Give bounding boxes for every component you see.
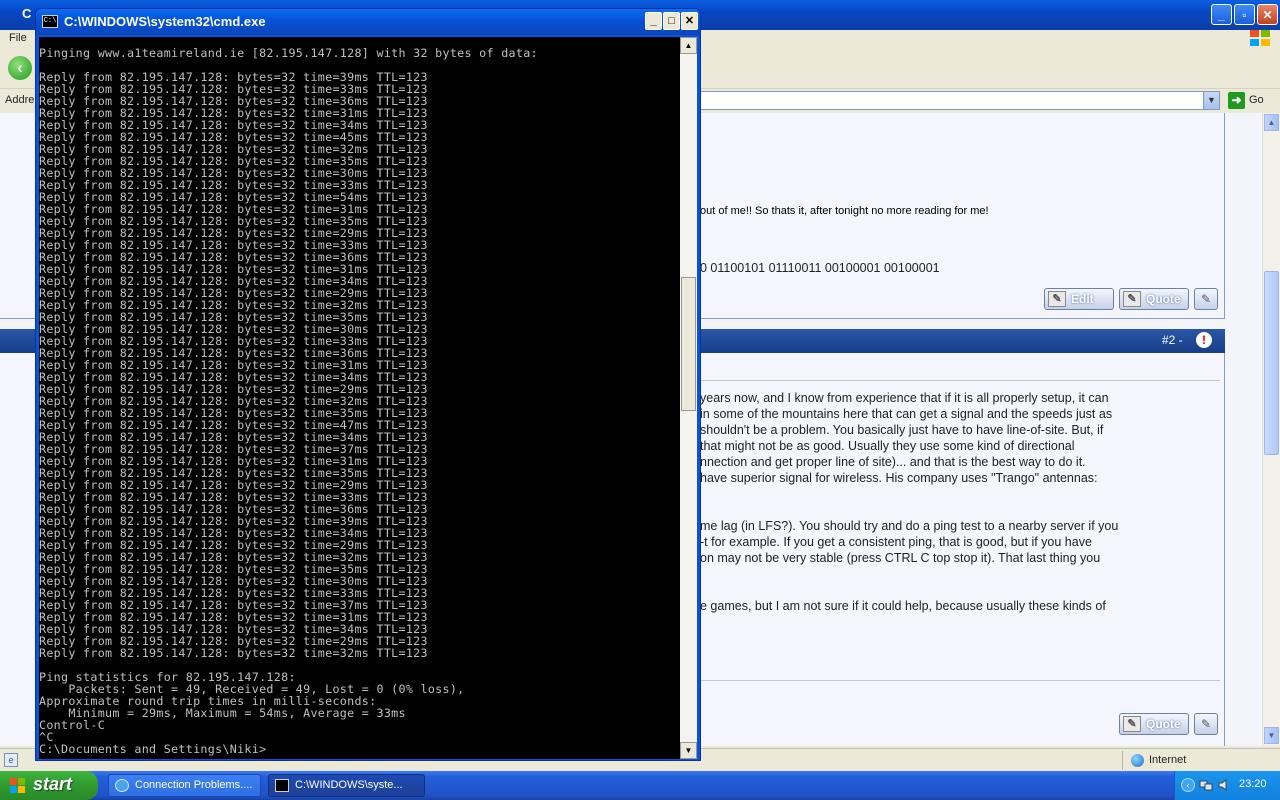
post2-line: e games, but I am not sure if it could h… (700, 599, 1106, 613)
ie-icon (115, 779, 129, 792)
back-arrow-icon[interactable]: ‹ (8, 56, 32, 80)
windows-flag-icon (10, 778, 26, 793)
post2-divider (700, 380, 1220, 381)
console-text: Pinging www.a1teamireland.ie [82.195.147… (39, 46, 538, 756)
browser-maximize-button[interactable]: ▫ (1234, 4, 1255, 25)
system-tray: ‹ 23:20 (1174, 771, 1280, 800)
quote-label: Quote (1146, 717, 1181, 731)
cmd-minimize-button[interactable]: _ (645, 12, 662, 30)
cmd-maximize-button[interactable]: □ (663, 12, 680, 30)
report-warning-icon[interactable]: ! (1196, 332, 1212, 348)
post2-line: years now, and I know from experience th… (700, 391, 1109, 405)
start-button[interactable]: start (0, 771, 98, 800)
post2-line: on may not be very stable (press CTRL C … (700, 551, 1101, 565)
cmd-title: C:\WINDOWS\system32\cmd.exe (64, 14, 266, 29)
edit-label: Edit (1071, 292, 1094, 306)
taskbar-clock[interactable]: 23:20 (1239, 778, 1267, 790)
cmd-icon (275, 779, 289, 792)
post2-line: shouldn't be a problem. You basically ju… (700, 423, 1104, 437)
post1-text: out of me!! So thats it, after tonight n… (700, 205, 989, 217)
browser-title: C (22, 6, 32, 21)
post2-line: in some of the mountains here that can g… (700, 407, 1113, 421)
quote-icon: ✎ (1123, 291, 1141, 307)
post2-line: that might not be as good. Usually they … (700, 439, 1075, 453)
go-arrow-icon[interactable]: ➜ (1228, 92, 1245, 109)
security-zone-label: Internet (1149, 754, 1187, 766)
edit-button[interactable]: ✎ Edit (1044, 288, 1114, 310)
cmd-app-icon: C:\ (42, 15, 58, 28)
status-divider (1122, 751, 1123, 770)
cmd-scrollbar[interactable]: ▲ ▼ (680, 37, 697, 759)
cmd-close-button[interactable]: ✕ (681, 12, 698, 30)
windows-logo-icon (1250, 30, 1270, 46)
go-button[interactable]: Go (1249, 94, 1264, 106)
page-status-icon: e (4, 753, 18, 767)
quote-label: Quote (1146, 292, 1181, 306)
cmd-titlebar[interactable]: C:\ C:\WINDOWS\system32\cmd.exe _ □ ✕ (36, 9, 700, 35)
taskbar-button-browser[interactable]: Connection Problems.... (108, 774, 261, 797)
internet-zone-globe-icon (1131, 754, 1144, 767)
scroll-up-icon[interactable]: ▲ (1264, 114, 1279, 131)
post2-divider (700, 680, 1220, 681)
multiquote-icon[interactable]: ✎ (1194, 713, 1218, 735)
address-label: Addre (5, 94, 35, 106)
network-icon[interactable] (1199, 778, 1213, 792)
post2-line: me lag (in LFS?). You should try and do … (700, 519, 1119, 533)
cmd-scroll-thumb[interactable] (681, 277, 696, 411)
volume-icon[interactable] (1217, 778, 1231, 792)
taskbar: start Connection Problems.... C:\WINDOWS… (0, 771, 1280, 800)
cmd-scroll-up-icon[interactable]: ▲ (680, 37, 697, 54)
quote-button[interactable]: ✎ Quote (1119, 713, 1189, 735)
quote-icon: ✎ (1123, 716, 1141, 732)
address-dropdown-icon[interactable]: ▼ (1203, 91, 1220, 110)
edit-icon: ✎ (1048, 291, 1066, 307)
scroll-thumb[interactable] (1264, 271, 1279, 455)
multiquote-icon[interactable]: ✎ (1194, 288, 1218, 310)
post2-line: -t for example. If you get a consistent … (700, 535, 1092, 549)
cmd-window[interactable]: C:\ C:\WINDOWS\system32\cmd.exe _ □ ✕ Pi… (35, 8, 701, 761)
post-number-link[interactable]: #2 - (1162, 333, 1183, 347)
cmd-scroll-down-icon[interactable]: ▼ (680, 742, 697, 759)
console-output[interactable]: Pinging www.a1teamireland.ie [82.195.147… (39, 37, 680, 759)
browser-minimize-button[interactable]: _ (1211, 4, 1232, 25)
post1-binary-signature: 0 01100101 01110011 00100001 00100001 (700, 261, 940, 275)
taskbar-cmd-label: C:\WINDOWS\syste... (295, 779, 403, 791)
browser-close-button[interactable]: ✕ (1257, 4, 1278, 25)
post2-line: nnection and get proper line of site)...… (700, 455, 1086, 469)
page-scrollbar[interactable]: ▲ ▼ (1262, 113, 1280, 746)
start-label: start (33, 774, 73, 794)
scroll-down-icon[interactable]: ▼ (1264, 727, 1279, 744)
quote-button[interactable]: ✎ Quote (1119, 288, 1189, 310)
post2-line: have superior signal for wireless. His c… (700, 471, 1098, 485)
show-hidden-icons-chevron-icon[interactable]: ‹ (1181, 778, 1195, 792)
menu-file[interactable]: File (9, 32, 27, 44)
taskbar-button-cmd[interactable]: C:\WINDOWS\syste... (268, 774, 425, 797)
taskbar-browser-label: Connection Problems.... (135, 779, 253, 791)
